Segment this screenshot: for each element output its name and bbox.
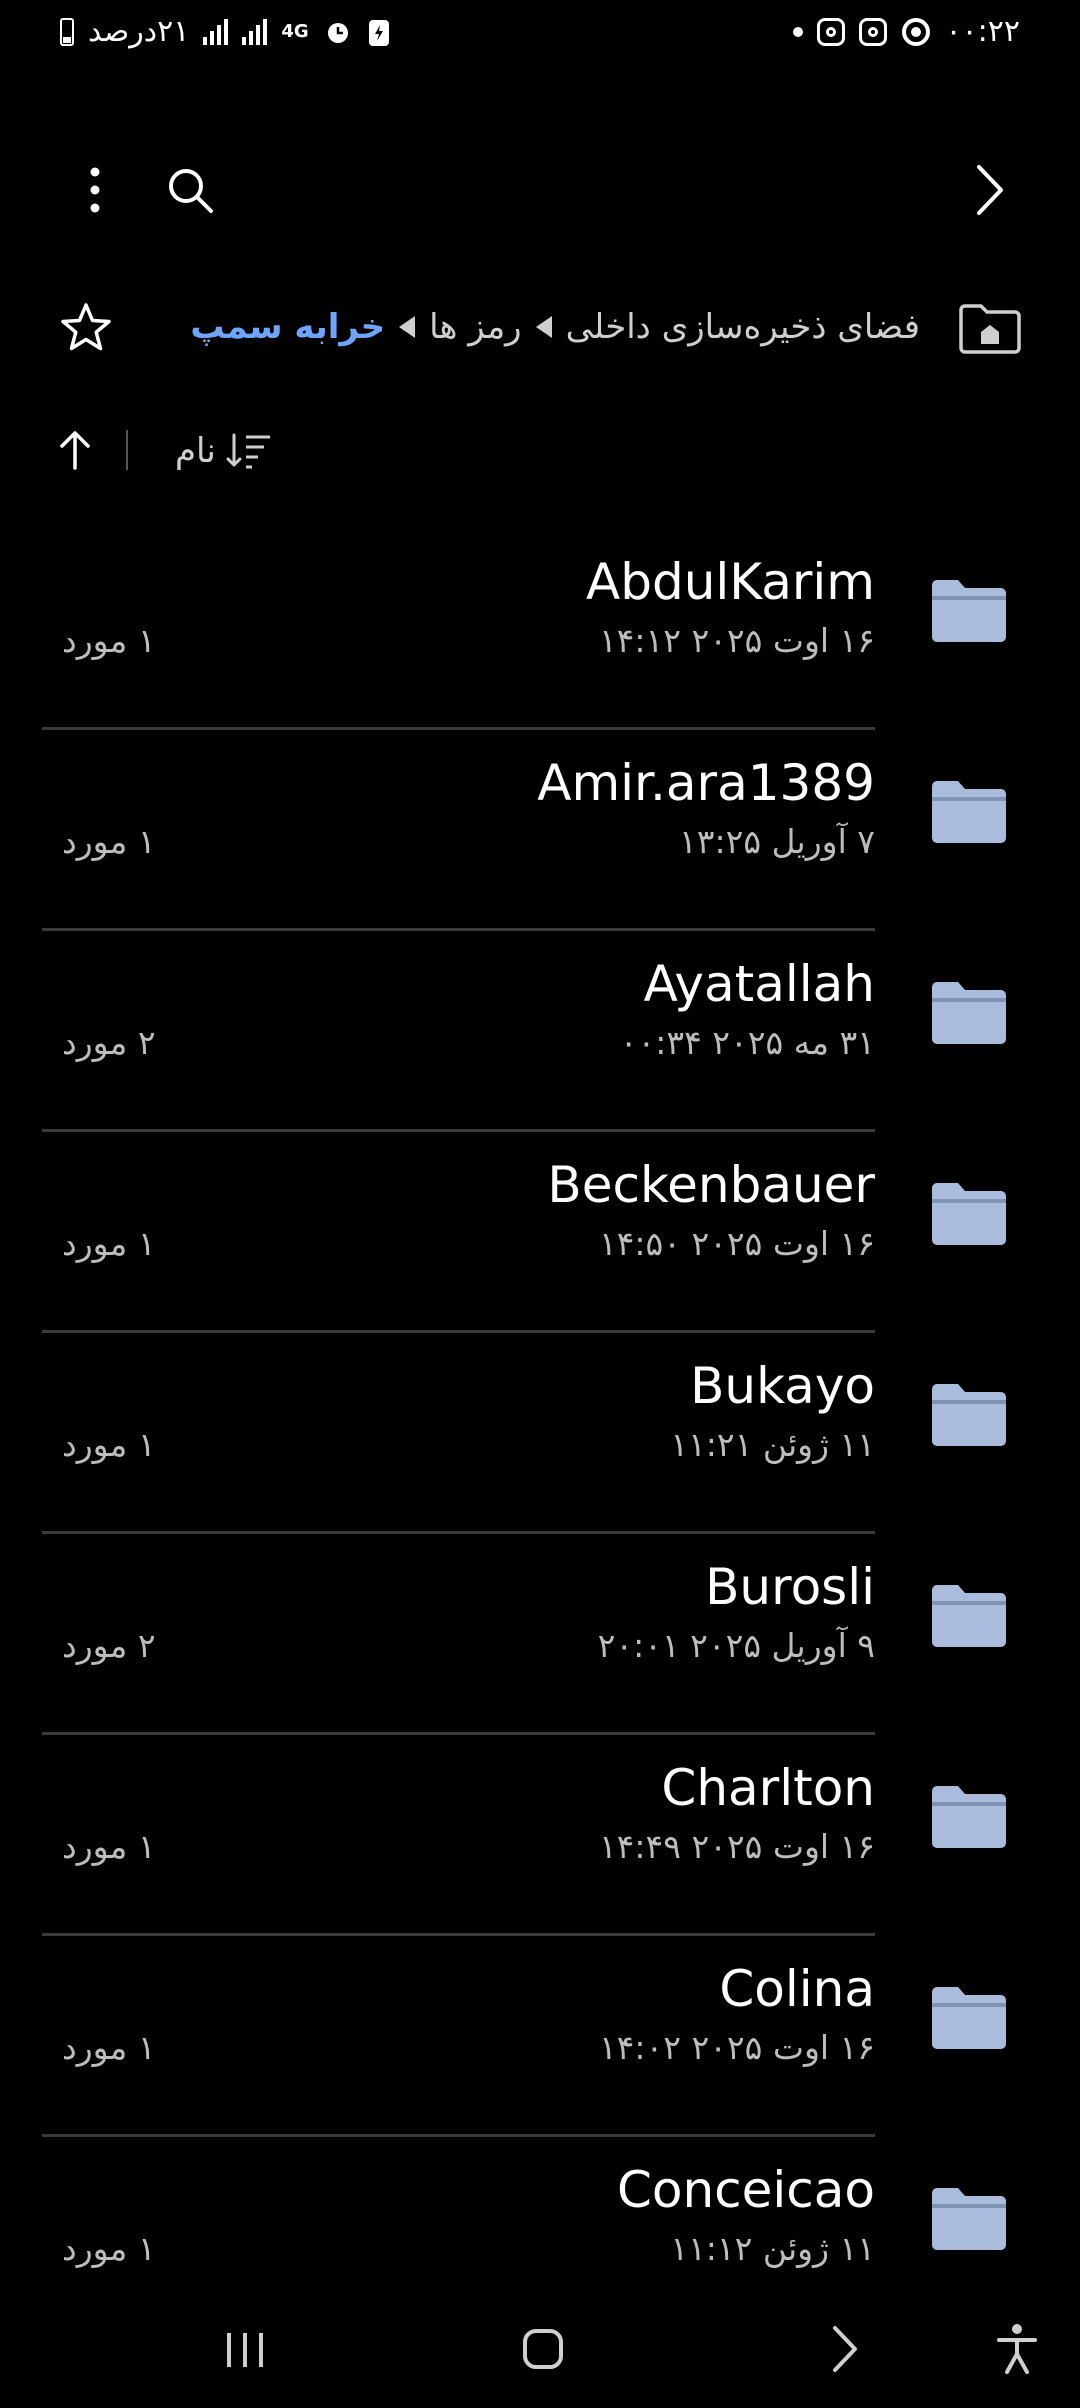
folder-icon [932, 982, 1006, 1044]
battery-icon [60, 17, 74, 46]
folder-icon [932, 1786, 1006, 1848]
folder-date: ۱۶ اوت ۲۰۲۵ ۱۴:۴۹ [598, 1827, 875, 1866]
forward-button[interactable] [960, 160, 1020, 220]
folder-name: Bukayo [690, 1357, 875, 1415]
home-icon [523, 2329, 563, 2369]
folder-date: ۱۶ اوت ۲۰۲۵ ۱۴:۵۰ [598, 1224, 875, 1263]
more-options-button[interactable] [70, 160, 120, 220]
home-button[interactable] [508, 2314, 578, 2384]
notification-dot-icon [793, 26, 804, 37]
folder-name: Ayatallah [643, 955, 875, 1013]
row-divider [42, 928, 875, 931]
folder-name: AbdulKarim [586, 553, 875, 611]
instagram-icon-2 [859, 17, 888, 46]
folder-name: Amir.ara1389 [537, 754, 875, 812]
folder-icon [932, 2188, 1006, 2250]
folder-icon [932, 1987, 1006, 2049]
battery-percent: ۲۱درصد [88, 14, 190, 49]
folder-icon [932, 1384, 1006, 1446]
folder-row[interactable]: Bukayo ۱۱ ژوئن ۱۱:۲۱ ۱ مورد [0, 1333, 1080, 1534]
status-left: ۲۱درصد 4G [60, 14, 391, 49]
folder-date: ۱۱ ژوئن ۱۱:۱۲ [670, 2229, 875, 2268]
folder-row[interactable]: Amir.ara1389 ۷ آوریل ۱۳:۲۵ ۱ مورد [0, 730, 1080, 931]
folder-row[interactable]: AbdulKarim ۱۶ اوت ۲۰۲۵ ۱۴:۱۲ ۱ مورد [0, 529, 1080, 730]
folder-row[interactable]: Conceicao ۱۱ ژوئن ۱۱:۱۲ ۱ مورد [0, 2137, 1080, 2290]
accessibility-button[interactable] [982, 2314, 1052, 2384]
folder-name: Charlton [661, 1759, 875, 1817]
sort-by-button[interactable]: نام [175, 424, 272, 478]
row-divider [42, 1330, 875, 1333]
search-icon [169, 169, 213, 213]
folder-row[interactable]: Ayatallah ۳۱ مه ۲۰۲۵ ۰۰:۳۴ ۲ مورد [0, 931, 1080, 1132]
search-button[interactable] [160, 160, 220, 220]
folder-name: Beckenbauer [547, 1156, 875, 1214]
breadcrumb-separator-icon [399, 316, 416, 338]
folder-icon [932, 781, 1006, 843]
chrome-icon [902, 17, 931, 46]
sort-direction-button[interactable] [50, 420, 100, 480]
breadcrumb-item-passwords[interactable]: رمز ها [429, 307, 522, 347]
row-divider [42, 2134, 875, 2137]
row-divider [42, 1732, 875, 1735]
row-divider [42, 1129, 875, 1132]
folder-item-count: ۱ مورد [62, 621, 156, 660]
home-folder-button[interactable] [955, 296, 1025, 360]
folder-date: ۷ آوریل ۱۳:۲۵ [679, 822, 875, 861]
breadcrumb-item-current[interactable]: خرابه سمپ [190, 307, 385, 347]
folder-date: ۱۱ ژوئن ۱۱:۲۱ [670, 1425, 875, 1464]
folder-name: Burosli [705, 1558, 875, 1616]
folder-item-count: ۲ مورد [62, 1023, 156, 1062]
clock: ۰۰:۲۲ [945, 14, 1020, 49]
arrow-up-icon [60, 431, 90, 470]
status-right: ۰۰:۲۲ [793, 14, 1020, 49]
signal-icon [203, 18, 229, 45]
folder-item-count: ۲ مورد [62, 1626, 156, 1665]
status-bar: ۲۱درصد 4G ۰۰:۲۲ [0, 0, 1080, 70]
recent-apps-button[interactable] [210, 2314, 280, 2384]
folder-icon [932, 580, 1006, 642]
folder-row[interactable]: Burosli ۹ آوریل ۲۰۲۵ ۲۰:۰۱ ۲ مورد [0, 1534, 1080, 1735]
folder-item-count: ۱ مورد [62, 1827, 156, 1866]
folder-name: Colina [719, 1960, 875, 2018]
breadcrumb: فضای ذخیره‌سازی داخلی رمز ها خرابه سمپ [190, 292, 920, 362]
breadcrumb-separator-icon [535, 316, 552, 338]
folder-icon [932, 1183, 1006, 1245]
chevron-right-icon [977, 165, 1003, 215]
sort-label: نام [175, 431, 216, 471]
folder-item-count: ۱ مورد [62, 822, 156, 861]
more-vert-icon [90, 167, 100, 213]
sort-divider [126, 430, 128, 470]
folder-date: ۱۶ اوت ۲۰۲۵ ۱۴:۱۲ [598, 621, 875, 660]
folder-icon [932, 1585, 1006, 1647]
folder-row[interactable]: Colina ۱۶ اوت ۲۰۲۵ ۱۴:۰۲ ۱ مورد [0, 1936, 1080, 2137]
star-outline-icon [61, 303, 111, 351]
row-divider [42, 1531, 875, 1534]
home-folder-icon [959, 304, 1021, 354]
folder-item-count: ۱ مورد [62, 2028, 156, 2067]
breadcrumb-item-internal-storage[interactable]: فضای ذخیره‌سازی داخلی [566, 307, 920, 347]
sort-icon [226, 433, 270, 469]
network-type: 4G [281, 21, 309, 42]
folder-row[interactable]: Charlton ۱۶ اوت ۲۰۲۵ ۱۴:۴۹ ۱ مورد [0, 1735, 1080, 1936]
folder-item-count: ۱ مورد [62, 2229, 156, 2268]
signal-icon-2 [242, 18, 268, 45]
battery-saver-icon [368, 19, 389, 46]
row-divider [42, 727, 875, 730]
alarm-icon [327, 22, 348, 43]
system-nav-bar [0, 2290, 1080, 2408]
recent-apps-icon [227, 2333, 263, 2367]
chevron-right-icon [833, 2326, 857, 2372]
instagram-icon [817, 17, 846, 46]
folder-date: ۱۶ اوت ۲۰۲۵ ۱۴:۰۲ [598, 2028, 875, 2067]
back-button[interactable] [810, 2314, 880, 2384]
folder-row[interactable]: Beckenbauer ۱۶ اوت ۲۰۲۵ ۱۴:۵۰ ۱ مورد [0, 1132, 1080, 1333]
folder-date: ۹ آوریل ۲۰۲۵ ۲۰:۰۱ [597, 1626, 875, 1665]
favorite-button[interactable] [56, 298, 116, 358]
row-divider [42, 1933, 875, 1936]
folder-name: Conceicao [616, 2161, 875, 2219]
folder-item-count: ۱ مورد [62, 1425, 156, 1464]
folder-date: ۳۱ مه ۲۰۲۵ ۰۰:۳۴ [619, 1023, 875, 1062]
folder-item-count: ۱ مورد [62, 1224, 156, 1263]
accessibility-icon [997, 2324, 1037, 2374]
